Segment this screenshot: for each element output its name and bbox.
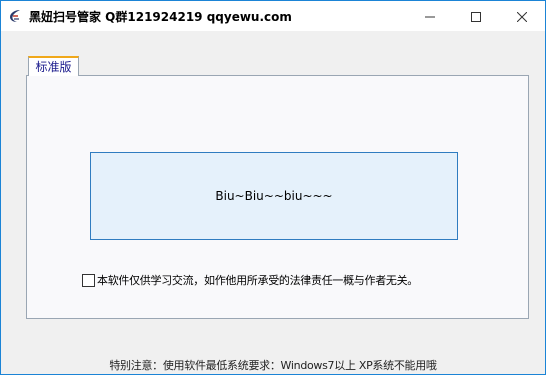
disclaimer-label: 本软件仅供学习交流，如作他用所承受的法律责任一概与作者无关。: [97, 274, 418, 287]
minimize-button[interactable]: [407, 1, 453, 31]
system-requirement-note: 特别注意：使用软件最低系统要求：Windows7以上 XP系统不能用哦: [109, 359, 437, 372]
disclaimer-checkbox[interactable]: [82, 273, 95, 287]
app-logo-icon: [7, 8, 23, 24]
close-button[interactable]: [499, 1, 545, 31]
client-area: 标准版 Biu~Biu~~biu~~~ 本软件仅供学习交流，如作他用所承受的法律…: [1, 31, 545, 374]
maximize-icon: [471, 7, 481, 26]
close-icon: [516, 7, 528, 26]
disclaimer-row[interactable]: 本软件仅供学习交流，如作他用所承受的法律责任一概与作者无关。: [82, 271, 418, 289]
window-title: 黑妞扫号管家 Q群121924219 qqyewu.com: [29, 10, 292, 24]
tab-panel: Biu~Biu~~biu~~~ 本软件仅供学习交流，如作他用所承受的法律责任一概…: [26, 75, 529, 319]
main-window: 黑妞扫号管家 Q群121924219 qqyewu.com 标准版 Biu~Bi…: [0, 0, 546, 375]
status-text: Biu~Biu~~biu~~~: [215, 189, 333, 203]
status-display: Biu~Biu~~biu~~~: [90, 152, 458, 240]
tab-standard[interactable]: 标准版: [28, 56, 79, 76]
maximize-button[interactable]: [453, 1, 499, 31]
minimize-icon: [425, 7, 435, 26]
title-bar[interactable]: 黑妞扫号管家 Q群121924219 qqyewu.com: [1, 1, 545, 31]
